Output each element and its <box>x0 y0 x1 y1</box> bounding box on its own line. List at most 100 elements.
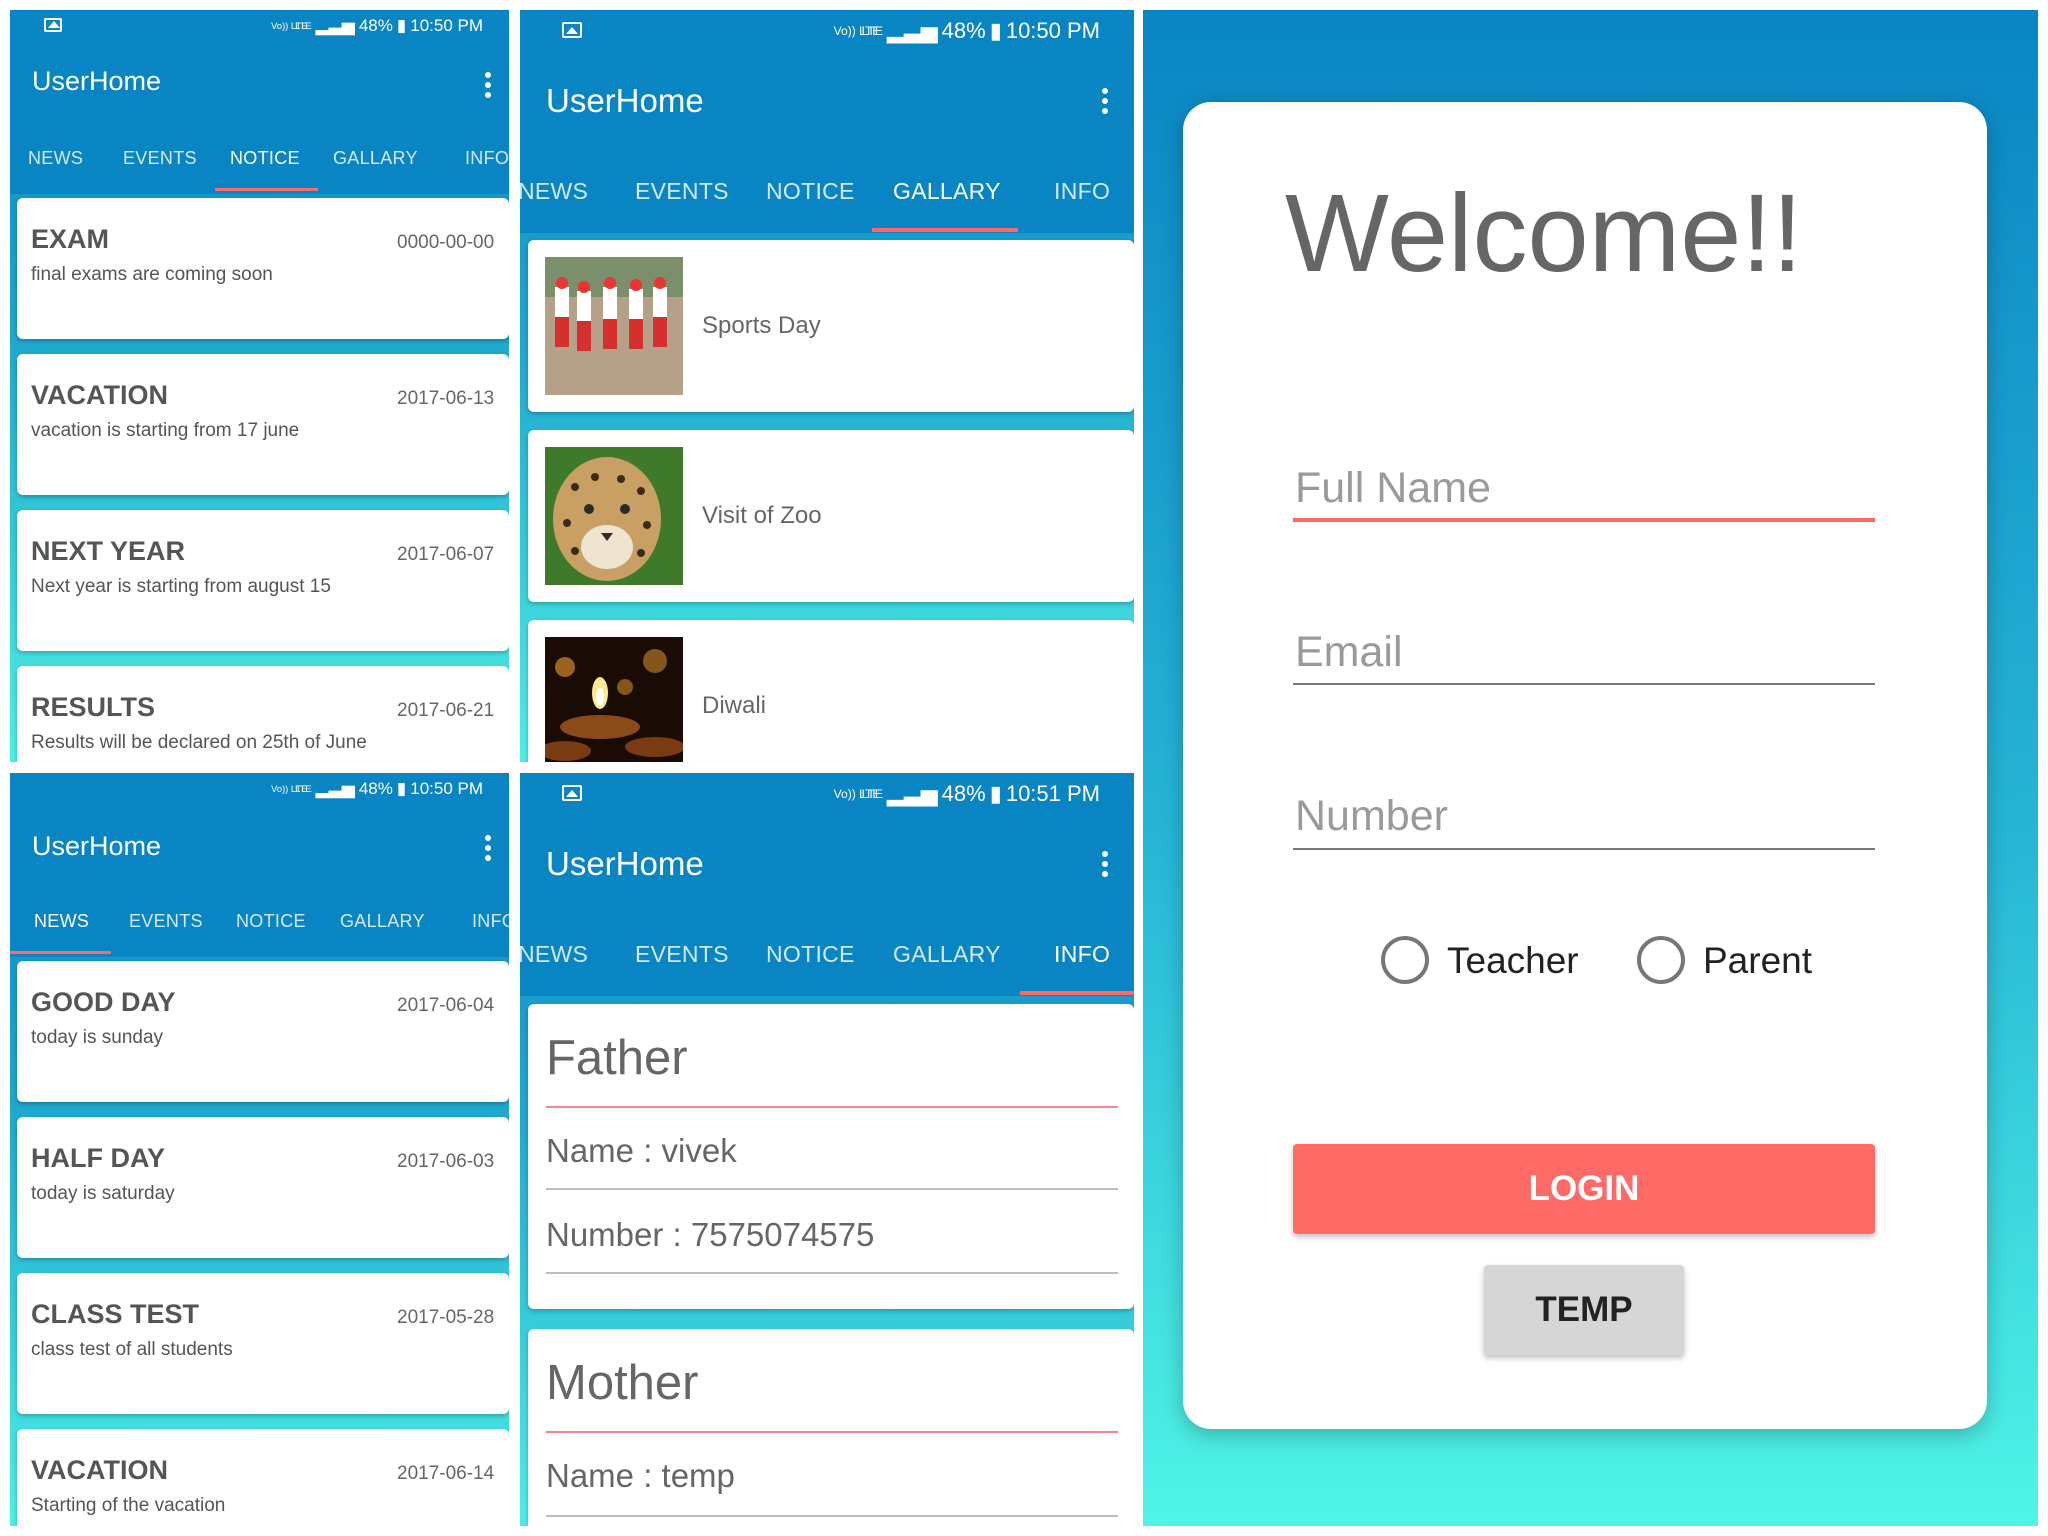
clock: 10:50 PM <box>1005 18 1100 43</box>
tab-gallary[interactable]: GALLARY <box>333 148 418 169</box>
overflow-menu-icon[interactable] <box>485 72 491 98</box>
lte-icon: LTE <box>295 20 312 31</box>
gallery-card[interactable]: Diwali <box>528 620 1134 762</box>
signal-icon: ▂▃▅ <box>886 781 938 806</box>
signal-icon: ▂▃▅ <box>315 779 355 798</box>
notice-screen: Vo)) LTE LTE ▂▃▅ 48% ▮ 10:50 PM UserHome… <box>10 10 509 762</box>
notice-title: EXAM <box>31 224 110 254</box>
tab-notice[interactable]: NOTICE <box>766 941 855 968</box>
app-title: UserHome <box>32 66 162 96</box>
news-screen: Vo)) LTE LTE ▂▃▅ 48% ▮ 10:50 PM UserHome… <box>10 773 509 1526</box>
tab-events[interactable]: EVENTS <box>123 148 197 169</box>
status-bar: Vo)) LTE LTE ▂▃▅ 48% ▮ 10:50 PM <box>271 16 483 36</box>
tab-notice[interactable]: NOTICE <box>766 178 855 205</box>
number-field[interactable]: Number <box>1295 792 1448 841</box>
login-card: Welcome!! Full Name Email Number Teacher… <box>1183 102 1987 1429</box>
tab-events[interactable]: EVENTS <box>129 911 203 932</box>
tab-indicator <box>872 228 1018 232</box>
tab-indicator <box>215 188 318 191</box>
volte-icon: Vo)) LTE <box>833 23 881 38</box>
news-title: CLASS TEST <box>31 1299 200 1329</box>
row-divider <box>546 1188 1118 1190</box>
login-button[interactable]: LOGIN <box>1293 1144 1875 1234</box>
parent-radio-label[interactable]: Parent <box>1703 940 1812 982</box>
tab-info[interactable]: INFO <box>1054 178 1110 205</box>
news-title: VACATION <box>31 1455 168 1485</box>
tab-notice[interactable]: NOTICE <box>230 148 300 169</box>
app-title: UserHome <box>546 82 704 119</box>
father-card: Father Name : vivek Number : 7575074575 <box>528 1004 1134 1309</box>
mother-heading: Mother <box>546 1356 699 1410</box>
row-divider <box>546 1515 1118 1517</box>
image-notification-icon <box>562 785 582 801</box>
signal-icon: ▂▃▅ <box>886 18 938 43</box>
battery-level: 48% <box>941 781 986 806</box>
notice-card[interactable]: VACATION 2017-06-13 vacation is starting… <box>17 354 509 495</box>
lte-icon: LTE <box>861 23 883 38</box>
notice-description: Next year is starting from august 15 <box>31 576 331 597</box>
lte-icon: LTE <box>295 783 312 794</box>
app-title: UserHome <box>546 845 704 882</box>
overflow-menu-icon[interactable] <box>1102 851 1108 877</box>
news-card[interactable]: HALF DAY 2017-06-03 today is saturday <box>17 1117 509 1258</box>
battery-icon: ▮ <box>989 781 1002 806</box>
news-date: 2017-06-04 <box>397 995 495 1016</box>
tab-gallary[interactable]: GALLARY <box>893 178 1001 205</box>
tab-indicator <box>1020 991 1134 995</box>
notice-card[interactable]: EXAM 0000-00-00 final exams are coming s… <box>17 198 509 339</box>
temp-button[interactable]: TEMP <box>1484 1265 1684 1355</box>
notice-card[interactable]: NEXT YEAR 2017-06-07 Next year is starti… <box>17 510 509 651</box>
tab-events[interactable]: EVENTS <box>635 941 729 968</box>
heading-divider <box>546 1106 1118 1108</box>
tab-events[interactable]: EVENTS <box>635 178 729 205</box>
login-button-label: LOGIN <box>1528 1169 1640 1208</box>
tab-news[interactable]: NEWS <box>520 178 588 205</box>
gallery-card[interactable]: Sports Day <box>528 240 1134 412</box>
teacher-radio-label[interactable]: Teacher <box>1447 940 1579 982</box>
news-card[interactable]: GOOD DAY 2017-06-04 today is sunday <box>17 961 509 1102</box>
diya-lamps-photo <box>545 637 683 762</box>
news-card[interactable]: CLASS TEST 2017-05-28 class test of all … <box>17 1273 509 1414</box>
news-card[interactable]: VACATION 2017-06-14 Starting of the vaca… <box>17 1429 509 1526</box>
tab-news[interactable]: NEWS <box>520 941 588 968</box>
parent-radio[interactable] <box>1637 936 1685 984</box>
full-name-field[interactable]: Full Name <box>1295 464 1491 513</box>
tab-gallary[interactable]: GALLARY <box>340 911 425 932</box>
tab-info[interactable]: INFO <box>1054 941 1110 968</box>
tab-gallary[interactable]: GALLARY <box>893 941 1001 968</box>
news-description: class test of all students <box>31 1339 233 1360</box>
email-field[interactable]: Email <box>1295 628 1403 677</box>
app-bar: Vo)) LTE LTE ▂▃▅ 48% ▮ 10:51 PM UserHome… <box>520 773 1134 996</box>
temp-button-label: TEMP <box>1535 1290 1633 1329</box>
full-name-underline <box>1293 518 1875 522</box>
teacher-radio[interactable] <box>1381 936 1429 984</box>
app-bar: Vo)) LTE LTE ▂▃▅ 48% ▮ 10:50 PM UserHome… <box>10 10 509 194</box>
tab-info[interactable]: INFO <box>472 911 509 932</box>
overflow-menu-icon[interactable] <box>485 835 491 861</box>
battery-level: 48% <box>941 18 986 43</box>
clock: 10:50 PM <box>410 16 483 35</box>
gallery-card[interactable]: Visit of Zoo <box>528 430 1134 602</box>
overflow-menu-icon[interactable] <box>1102 88 1108 114</box>
father-number: Number : 7575074575 <box>546 1216 875 1253</box>
status-bar: Vo)) LTE LTE ▂▃▅ 48% ▮ 10:51 PM <box>834 781 1100 807</box>
news-description: Starting of the vacation <box>31 1495 226 1516</box>
tab-news[interactable]: NEWS <box>34 911 89 932</box>
battery-icon: ▮ <box>989 18 1002 43</box>
notice-date: 2017-06-07 <box>397 544 495 565</box>
welcome-heading: Welcome!! <box>1285 172 1803 295</box>
gallery-screen: Vo)) LTE LTE ▂▃▅ 48% ▮ 10:50 PM UserHome… <box>520 10 1134 762</box>
notice-title: VACATION <box>31 380 168 410</box>
app-bar: Vo)) LTE LTE ▂▃▅ 48% ▮ 10:50 PM UserHome… <box>520 10 1134 233</box>
notice-description: vacation is starting from 17 june <box>31 420 300 441</box>
clock: 10:50 PM <box>410 779 483 798</box>
battery-level: 48% <box>358 779 393 798</box>
lte-icon: LTE <box>861 786 883 801</box>
tab-info[interactable]: INFO <box>465 148 509 169</box>
tab-notice[interactable]: NOTICE <box>236 911 306 932</box>
tab-news[interactable]: NEWS <box>28 148 83 169</box>
notice-card[interactable]: RESULTS 2017-06-21 Results will be decla… <box>17 666 509 762</box>
sports-day-photo <box>545 257 683 395</box>
notice-title: NEXT YEAR <box>31 536 186 566</box>
notice-title: RESULTS <box>31 692 156 722</box>
